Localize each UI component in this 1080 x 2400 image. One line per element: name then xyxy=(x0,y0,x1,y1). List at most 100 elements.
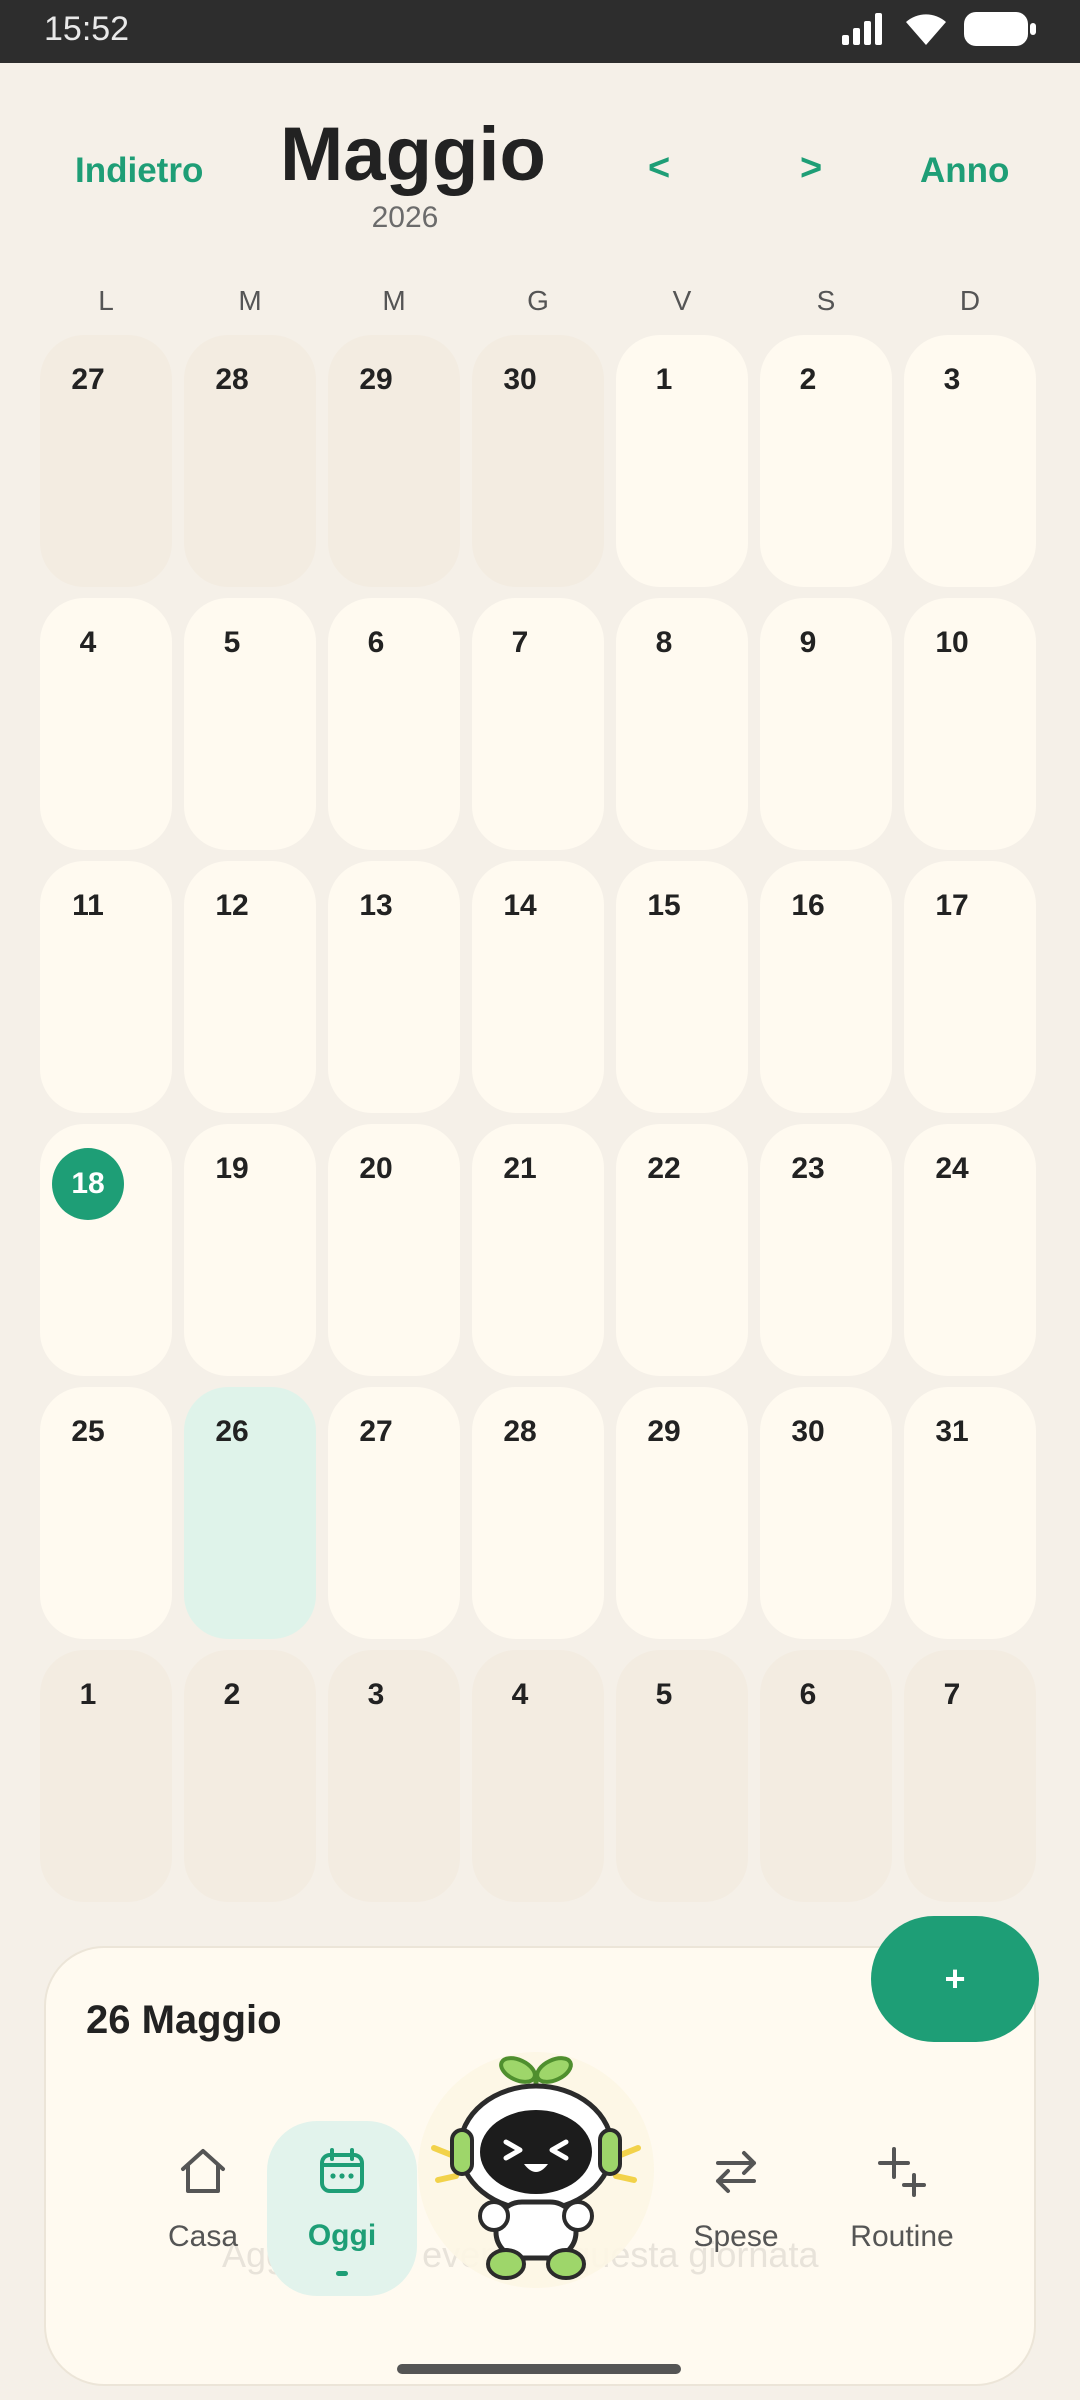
day-cell[interactable]: 12 xyxy=(184,861,316,1113)
day-number: 21 xyxy=(503,1152,537,1185)
day-number: 15 xyxy=(647,889,681,922)
day-number: 26 xyxy=(215,1415,249,1448)
day-cell[interactable]: 22 xyxy=(616,1124,748,1376)
home-indicator xyxy=(397,2364,681,2374)
day-cell[interactable]: 6 xyxy=(328,598,460,850)
day-number: 7 xyxy=(511,626,529,659)
day-number: 28 xyxy=(215,363,249,396)
day-cell-today[interactable]: 18 xyxy=(40,1124,172,1376)
mascot-button[interactable] xyxy=(416,2030,656,2290)
day-cell[interactable]: 7 xyxy=(472,598,604,850)
tab-routine[interactable]: Routine xyxy=(827,2085,977,2255)
day-number: 30 xyxy=(503,363,537,396)
day-cell[interactable]: 20 xyxy=(328,1124,460,1376)
tab-casa[interactable]: Casa xyxy=(128,2085,278,2255)
day-cell[interactable]: 28 xyxy=(184,335,316,587)
day-cell[interactable]: 3 xyxy=(904,335,1036,587)
calendar-header: Indietro Maggio 2026 < > Anno xyxy=(0,63,1080,263)
add-event-button[interactable]: + xyxy=(871,1916,1039,2042)
day-number: 2 xyxy=(799,363,817,396)
day-cell[interactable]: 2 xyxy=(760,335,892,587)
day-number: 31 xyxy=(935,1415,969,1448)
day-cell[interactable]: 27 xyxy=(40,335,172,587)
day-number: 19 xyxy=(215,1152,249,1185)
day-number: 18 xyxy=(52,1148,124,1220)
day-cell[interactable]: 5 xyxy=(616,1650,748,1902)
day-cell[interactable]: 7 xyxy=(904,1650,1036,1902)
next-month-button[interactable]: > xyxy=(800,147,822,190)
day-cell[interactable]: 11 xyxy=(40,861,172,1113)
day-number: 14 xyxy=(503,889,537,922)
day-cell[interactable]: 1 xyxy=(616,335,748,587)
day-number: 6 xyxy=(799,1678,817,1711)
wifi-icon xyxy=(906,14,946,45)
day-number: 16 xyxy=(791,889,825,922)
day-cell[interactable]: 14 xyxy=(472,861,604,1113)
tab-label: Casa xyxy=(167,2220,239,2253)
day-number: 27 xyxy=(359,1415,393,1448)
day-cell[interactable]: 23 xyxy=(760,1124,892,1376)
day-number: 4 xyxy=(511,1678,529,1711)
day-cell[interactable]: 6 xyxy=(760,1650,892,1902)
day-cell[interactable]: 9 xyxy=(760,598,892,850)
prev-month-button[interactable]: < xyxy=(648,147,670,190)
day-number: 24 xyxy=(935,1152,969,1185)
back-button[interactable]: Indietro xyxy=(75,151,203,191)
tab-oggi[interactable]: Oggi xyxy=(267,2121,417,2296)
day-cell[interactable]: 15 xyxy=(616,861,748,1113)
weekday-label: L xyxy=(98,285,114,316)
weekday-header: L M M G V S D xyxy=(40,285,1040,317)
calendar-grid: 27 28 29 30 1 2 3 4 5 6 7 8 9 10 11 12 13 14 15 16 17 18 19 20 2… xyxy=(40,335,1040,1902)
day-cell[interactable]: 4 xyxy=(472,1650,604,1902)
year-view-button[interactable]: Anno xyxy=(920,151,1009,191)
day-cell[interactable]: 28 xyxy=(472,1387,604,1639)
day-cell[interactable]: 13 xyxy=(328,861,460,1113)
weekday-label: M xyxy=(382,285,406,316)
tab-spese[interactable]: Spese xyxy=(661,2085,811,2255)
weekday-label: M xyxy=(238,285,262,316)
day-cell[interactable]: 27 xyxy=(328,1387,460,1639)
day-cell-selected[interactable]: 26 xyxy=(184,1387,316,1639)
calendar-icon xyxy=(320,2148,364,2193)
day-cell[interactable]: 31 xyxy=(904,1387,1036,1639)
transfer-icon xyxy=(716,2151,756,2193)
day-cell[interactable]: 8 xyxy=(616,598,748,850)
day-number: 6 xyxy=(367,626,385,659)
sprout-robot-icon xyxy=(418,2052,654,2288)
weekday-label: D xyxy=(959,285,981,316)
day-number: 7 xyxy=(943,1678,961,1711)
weekday-label: S xyxy=(816,285,836,316)
status-bar: 15:52 xyxy=(0,0,1080,63)
day-cell[interactable]: 29 xyxy=(616,1387,748,1639)
day-cell[interactable]: 25 xyxy=(40,1387,172,1639)
day-cell[interactable]: 4 xyxy=(40,598,172,850)
day-number: 3 xyxy=(943,363,961,396)
day-number: 28 xyxy=(503,1415,537,1448)
month-title: Maggio xyxy=(280,112,546,197)
day-cell[interactable]: 2 xyxy=(184,1650,316,1902)
day-cell[interactable]: 19 xyxy=(184,1124,316,1376)
day-cell[interactable]: 29 xyxy=(328,335,460,587)
weekday-label: V xyxy=(672,285,692,316)
day-number: 5 xyxy=(223,626,241,659)
status-time: 15:52 xyxy=(44,10,130,48)
day-number: 30 xyxy=(791,1415,825,1448)
day-panel-title: 26 Maggio xyxy=(86,1998,282,2042)
day-cell[interactable]: 3 xyxy=(328,1650,460,1902)
status-icons xyxy=(842,12,1036,46)
day-number: 29 xyxy=(647,1415,681,1448)
day-cell[interactable]: 30 xyxy=(760,1387,892,1639)
day-cell[interactable]: 24 xyxy=(904,1124,1036,1376)
day-cell[interactable]: 30 xyxy=(472,335,604,587)
day-number: 5 xyxy=(655,1678,673,1711)
day-cell[interactable]: 21 xyxy=(472,1124,604,1376)
year-label: 2026 xyxy=(371,201,439,234)
day-cell[interactable]: 10 xyxy=(904,598,1036,850)
active-tab-indicator xyxy=(336,2271,348,2276)
day-cell[interactable]: 5 xyxy=(184,598,316,850)
day-cell[interactable]: 16 xyxy=(760,861,892,1113)
day-cell[interactable]: 17 xyxy=(904,861,1036,1113)
battery-icon xyxy=(964,12,1036,46)
tab-label: Oggi xyxy=(307,2219,377,2252)
day-cell[interactable]: 1 xyxy=(40,1650,172,1902)
